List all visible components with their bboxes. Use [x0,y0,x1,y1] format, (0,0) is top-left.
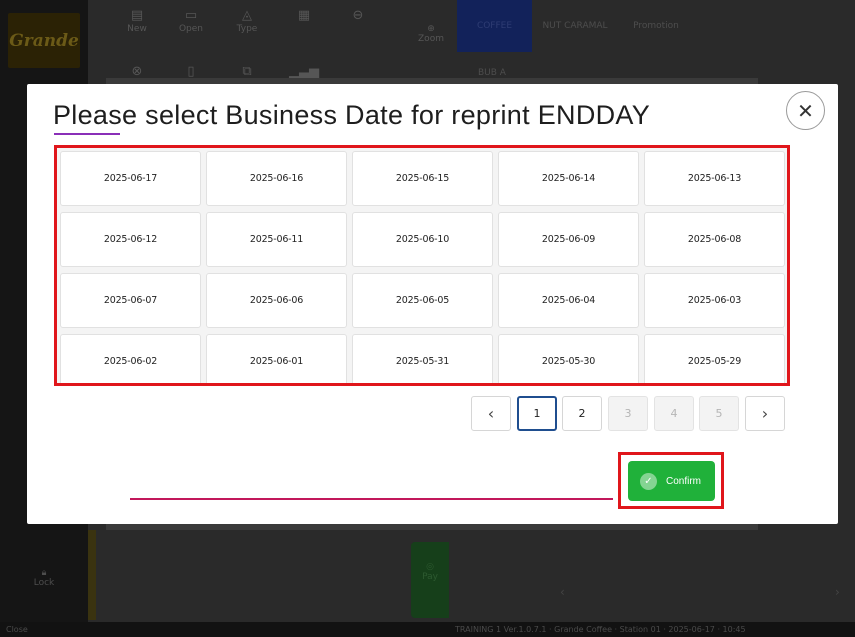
zoom-button[interactable]: ⊕ Zoom [415,24,447,44]
date-cell[interactable]: 2025-06-08 [644,212,785,267]
date-cell[interactable]: 2025-06-17 [60,151,201,206]
folder-icon: ▭ [184,8,198,23]
date-cell[interactable]: 2025-06-09 [498,212,639,267]
lock-button[interactable]: 🔒︎ Lock [28,568,60,588]
status-right-text: TRAINING 1 Ver.1.0.7.1 · Grande Coffee ·… [455,625,746,634]
category-promotion[interactable]: Promotion [618,0,694,52]
title-underline [54,133,120,135]
date-cell[interactable]: 2025-06-03 [644,273,785,328]
page-button-2[interactable]: 2 [562,396,602,431]
report-button[interactable]: ▦ [280,8,328,48]
confirm-highlight: ✓ Confirm [618,452,724,509]
category-sub-label: BUB A [478,68,506,78]
chevron-right-icon: › [761,404,769,423]
next-arrow-icon[interactable]: › [835,585,840,599]
status-bar: Close TRAINING 1 Ver.1.0.7.1 · Grande Co… [0,622,855,637]
pay-icon: ◎ [426,562,434,572]
category-coffee[interactable]: COFFEE [457,0,532,52]
new-label: New [127,24,147,34]
date-cell[interactable]: 2025-06-10 [352,212,493,267]
page-button-1[interactable]: 1 [517,396,557,431]
close-icon: ✕ [797,98,814,123]
date-cell[interactable]: 2025-05-31 [352,334,493,383]
date-cell[interactable]: 2025-06-07 [60,273,201,328]
lock-label: Lock [33,578,55,588]
close-button[interactable]: ✕ [786,91,825,130]
page-button-3: 3 [608,396,648,431]
text-input[interactable] [130,498,613,500]
category-nut-caramal[interactable]: NUT CARAMAL [536,0,614,52]
zoom-label: Zoom [418,34,444,44]
brand-logo: Grande [8,13,80,68]
check-circle-icon: ✓ [640,472,657,490]
confirm-label: Confirm [666,475,702,487]
date-cell[interactable]: 2025-06-04 [498,273,639,328]
pay-label: Pay [422,572,438,582]
print-icon: ⊖ [352,8,364,23]
dialog-title: Please select Business Date for reprint … [53,100,651,130]
chevron-left-icon: ‹ [487,404,495,423]
toolbar: ▤ New ▭ Open ◬ Type ▦ ⊖ ⊗ ▯ ⧉ ▁▃▅ [110,0,450,80]
shapes-icon: ◬ [242,8,252,23]
date-cell[interactable]: 2025-06-01 [206,334,347,383]
date-cell[interactable]: 2025-06-02 [60,334,201,383]
open-button[interactable]: ▭ Open [167,8,215,48]
date-cell[interactable]: 2025-06-11 [206,212,347,267]
type-label: Type [236,24,258,34]
page-button-5: 5 [699,396,739,431]
date-cell[interactable]: 2025-06-06 [206,273,347,328]
date-cell[interactable]: 2025-06-12 [60,212,201,267]
date-cell[interactable]: 2025-06-15 [352,151,493,206]
new-button[interactable]: ▤ New [113,8,161,48]
pay-button[interactable]: ◎ Pay [411,542,449,618]
zoom-icon: ⊕ [427,24,435,34]
confirm-button[interactable]: ✓ Confirm [628,461,715,501]
date-cell[interactable]: 2025-06-05 [352,273,493,328]
new-doc-icon: ▤ [130,8,144,23]
prev-arrow-icon[interactable]: ‹ [560,585,565,599]
date-cell[interactable]: 2025-06-14 [498,151,639,206]
date-cell[interactable]: 2025-06-16 [206,151,347,206]
date-cell[interactable]: 2025-05-30 [498,334,639,383]
next-page-button[interactable]: › [745,396,785,431]
type-button[interactable]: ◬ Type [223,8,271,48]
date-cell[interactable]: 2025-05-29 [644,334,785,383]
date-grid: 2025-06-17 2025-06-16 2025-06-15 2025-06… [54,145,790,386]
accent-strip [88,530,96,620]
lock-icon: 🔒︎ [41,568,47,578]
status-left-text: Close [6,625,28,634]
open-label: Open [178,24,204,34]
report-icon: ▦ [297,8,311,23]
print-button[interactable]: ⊖ [334,8,382,48]
page-button-4: 4 [654,396,694,431]
prev-page-button[interactable]: ‹ [471,396,511,431]
business-date-dialog: Please select Business Date for reprint … [27,84,838,524]
date-cell[interactable]: 2025-06-13 [644,151,785,206]
